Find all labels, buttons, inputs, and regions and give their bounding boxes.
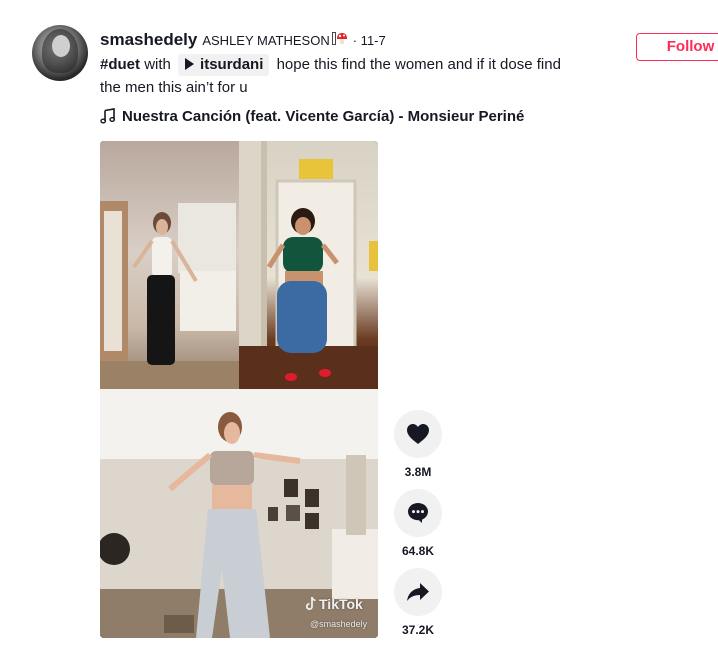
comment-action: 64.8K — [394, 489, 442, 558]
like-button[interactable] — [394, 410, 442, 458]
music-note-icon — [100, 108, 116, 124]
music-link[interactable]: Nuestra Canción (feat. Vicente García) -… — [100, 106, 524, 126]
post-date: · 11-7 — [352, 33, 386, 48]
music-title: Nuestra Canción (feat. Vicente García) -… — [122, 107, 525, 125]
watermark-username: @smashedely — [310, 619, 368, 629]
video-panel-right — [239, 141, 378, 389]
mention-label: itsurdani — [200, 56, 264, 73]
heart-icon — [407, 424, 429, 444]
comment-button[interactable] — [394, 489, 442, 537]
tiktok-logo-icon — [306, 597, 316, 610]
mention-chip[interactable]: itsurdani — [178, 54, 270, 76]
comment-bubble-icon — [408, 503, 428, 523]
watermark-text: TikTok — [319, 596, 363, 612]
avatar-face — [52, 35, 70, 57]
share-button[interactable] — [394, 568, 442, 616]
video-player[interactable]: TikTok @smashedely — [100, 141, 378, 638]
tiktok-watermark: TikTok — [306, 596, 363, 612]
share-arrow-icon — [407, 583, 429, 601]
username[interactable]: smashedely — [100, 30, 197, 50]
nickname: ASHLEY MATHESON — [202, 33, 330, 48]
share-count: 37.2K — [401, 623, 435, 637]
play-icon — [185, 58, 195, 70]
author-line: smashedely ASHLEY MATHESON · 11-7 — [100, 30, 386, 50]
mushroom-emoji-icon — [331, 32, 348, 46]
like-action: 3.8M — [394, 410, 442, 479]
comment-count: 64.8K — [401, 544, 435, 558]
follow-button[interactable]: Follow — [636, 33, 718, 61]
avatar[interactable] — [32, 25, 88, 81]
hashtag-duet[interactable]: #duet — [100, 56, 140, 73]
share-action: 37.2K — [394, 568, 442, 637]
video-panel-left — [100, 141, 239, 389]
caption: #duet with itsurdani hope this find the … — [100, 53, 570, 99]
caption-with: with — [144, 56, 171, 73]
like-count: 3.8M — [404, 465, 432, 479]
